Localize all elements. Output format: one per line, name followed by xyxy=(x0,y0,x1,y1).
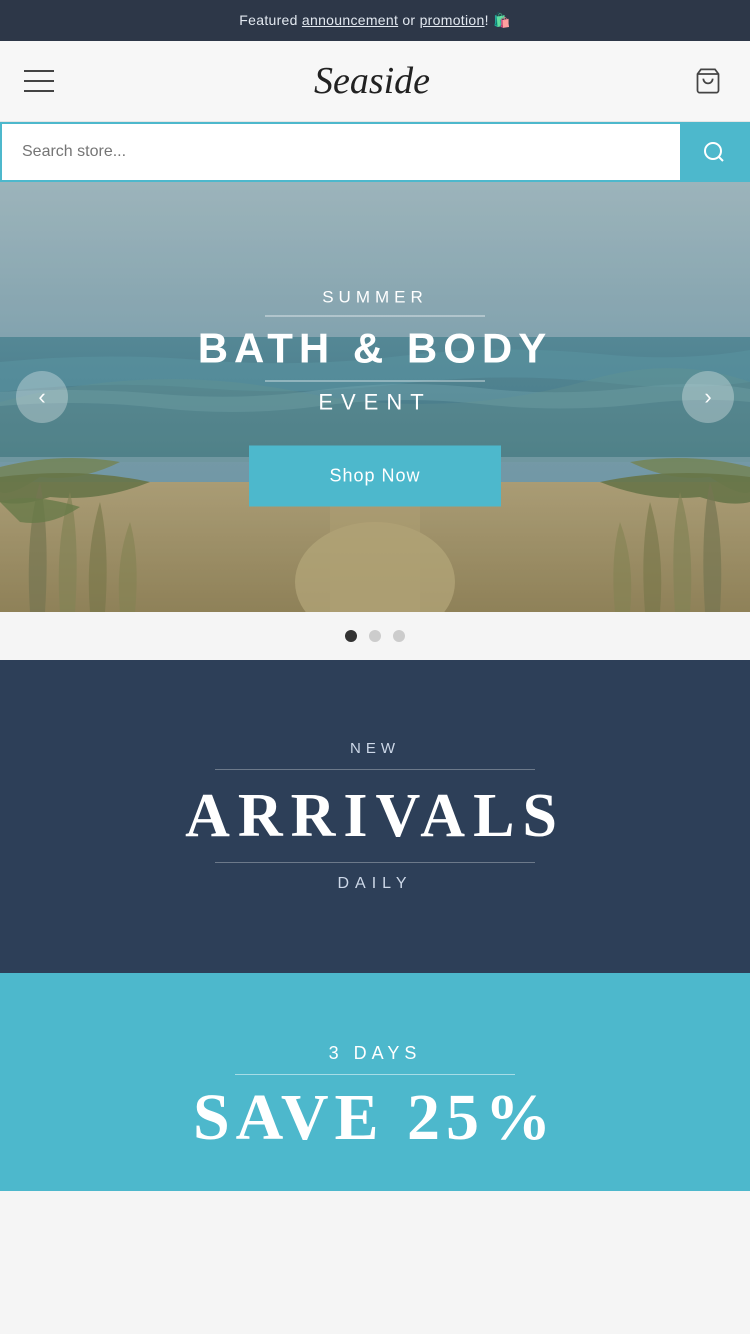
search-icon xyxy=(702,140,726,164)
slider-prev-button[interactable]: ‹ xyxy=(16,371,68,423)
hamburger-line-2 xyxy=(24,80,54,82)
arrivals-divider-top xyxy=(215,769,535,770)
save-section: 3 DAYS SAVE 25% xyxy=(0,973,750,1191)
hero-divider-bottom xyxy=(265,381,485,382)
hero-divider-top xyxy=(265,316,485,317)
announcement-text-middle: or xyxy=(398,12,419,28)
slider-dot-1[interactable] xyxy=(345,630,357,642)
search-button[interactable] xyxy=(680,124,748,180)
search-bar xyxy=(0,122,750,182)
hero-slider: SUMMER BATH & BODY EVENT Shop Now ‹ › xyxy=(0,182,750,612)
slider-dots xyxy=(0,612,750,660)
announcement-bar: Featured announcement or promotion! 🛍️ xyxy=(0,0,750,41)
shop-now-button[interactable]: Shop Now xyxy=(249,446,500,507)
announcement-link2[interactable]: promotion xyxy=(420,12,485,28)
arrivals-label-top: NEW xyxy=(40,740,710,757)
search-input[interactable] xyxy=(2,127,680,177)
hero-subtitle: SUMMER xyxy=(0,288,750,308)
hero-title: BATH & BODY xyxy=(0,325,750,373)
announcement-link1[interactable]: announcement xyxy=(302,12,398,28)
save-days-label: 3 DAYS xyxy=(40,1043,710,1064)
hero-content: SUMMER BATH & BODY EVENT Shop Now xyxy=(0,288,750,507)
new-arrivals-section: NEW ARRIVALS DAILY xyxy=(0,660,750,973)
cart-button[interactable] xyxy=(690,63,726,99)
announcement-text-after: ! 🛍️ xyxy=(485,12,511,28)
hamburger-menu-button[interactable] xyxy=(24,70,54,92)
header: Seaside xyxy=(0,41,750,122)
slider-dot-3[interactable] xyxy=(393,630,405,642)
arrivals-divider-bottom xyxy=(215,862,535,863)
save-divider xyxy=(235,1074,515,1075)
site-logo[interactable]: Seaside xyxy=(54,59,690,103)
arrivals-title: ARRIVALS xyxy=(40,782,710,850)
save-title: SAVE 25% xyxy=(40,1085,710,1151)
hamburger-line-1 xyxy=(24,70,54,72)
slider-dot-2[interactable] xyxy=(369,630,381,642)
arrivals-label-bottom: DAILY xyxy=(40,875,710,893)
slider-next-button[interactable]: › xyxy=(682,371,734,423)
hero-event-label: EVENT xyxy=(0,390,750,416)
announcement-text-before: Featured xyxy=(239,12,302,28)
hamburger-line-3 xyxy=(24,90,54,92)
cart-icon xyxy=(694,67,722,95)
